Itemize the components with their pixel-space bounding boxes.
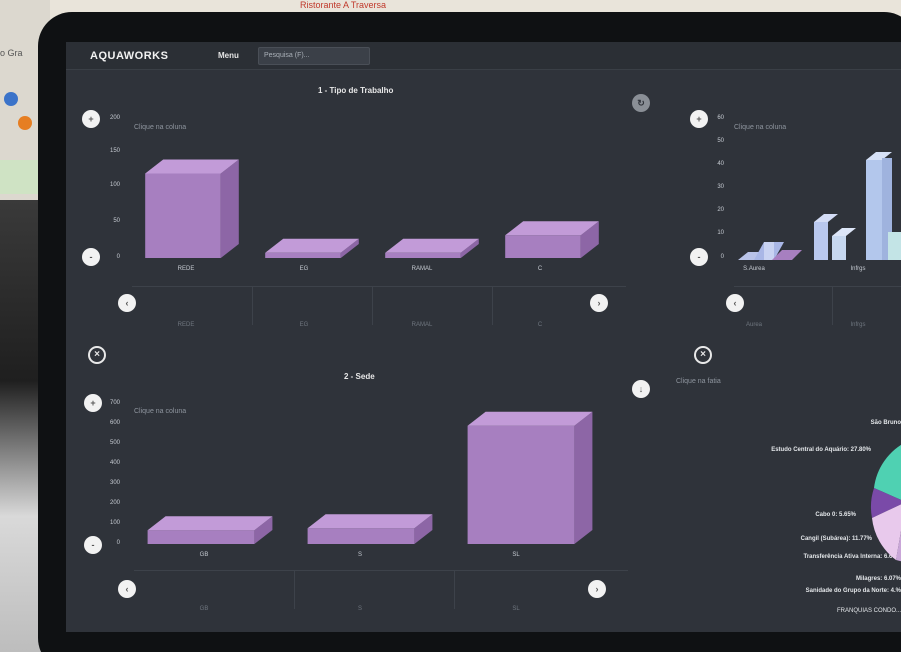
map-label-restaurant: Ristorante A Traversa [300,0,387,10]
bar-front [145,173,221,258]
scroll-left-icon[interactable]: ‹ [726,294,744,312]
y-tick: 600 [109,420,120,426]
panel4-pie-chart[interactable] [866,432,901,562]
app-screen: AQUAWORKS Menu Pesquisa (F)... 1 - Tipo … [66,42,901,632]
x-tick: Infrgs [850,266,866,272]
pie-label: Cabo 0: 5.65% [815,512,856,518]
pie-label: Cangil (Subárea): 11.77% [800,536,872,542]
y-tick: 200 [109,115,120,121]
nav-label: S [357,606,362,612]
y-tick: 500 [109,440,120,446]
nav-label: SL [512,606,520,612]
panel2-navigator[interactable] [734,286,901,325]
map-park [0,160,42,194]
bar[interactable] [467,411,593,544]
bar-group [738,152,901,260]
bar[interactable] [307,514,433,544]
bar-front [467,425,575,544]
panel3-bar-chart[interactable] [126,398,636,548]
y-tick: 0 [116,254,120,260]
x-tick: RAMAL [411,266,433,272]
y-tick: 100 [109,182,120,188]
bar[interactable] [145,159,239,259]
bar-side [574,411,593,544]
y-tick: 100 [109,520,120,526]
x-tick: REDE [177,266,195,272]
y-tick: 0 [720,254,724,260]
y-tick: 40 [717,161,724,167]
bar-side [220,159,239,258]
top-bar: AQUAWORKS Menu Pesquisa (F)... [66,42,901,70]
bar-front [265,252,341,258]
bar-top [307,514,433,529]
bar-front [147,530,255,544]
y-tick: 60 [717,115,724,121]
y-tick: 50 [717,138,724,144]
pie-label: Estudo Central do Aquário: 27.80% [771,447,871,453]
nav-label: GB [199,606,209,612]
y-tick: 400 [109,460,120,466]
nav-label: Aurea [745,322,762,328]
map-pin-icon [18,116,32,130]
panel3-title: 2 - Sede [344,372,375,381]
pie-label: Milagres: 6.07% [855,576,901,582]
nav-label: EG [299,322,309,328]
search-input[interactable]: Pesquisa (F)... [258,47,370,65]
x-tick: S.Aurea [743,266,765,272]
close-icon[interactable]: × [694,346,712,364]
scroll-left-icon[interactable]: ‹ [118,294,136,312]
bar[interactable] [147,516,273,544]
y-tick: 300 [109,480,120,486]
panel1-title: 1 - Tipo de Trabalho [318,86,394,95]
y-tick: 50 [113,218,120,224]
scroll-right-icon[interactable]: › [590,294,608,312]
panel3-navigator[interactable] [134,570,628,609]
y-tick: 0 [116,540,120,546]
nav-label: Infrgs [850,322,866,328]
y-tick: 200 [109,500,120,506]
y-tick: 150 [109,148,120,154]
bar[interactable] [385,238,479,258]
x-tick: SL [512,552,520,558]
map-pin-icon [4,92,18,106]
map-label-left: o Gra [0,48,23,58]
scroll-left-icon[interactable]: ‹ [118,580,136,598]
y-tick: 30 [717,184,724,190]
bar-top [467,411,593,426]
y-tick: 10 [717,230,724,236]
bar-front [385,252,461,258]
pie-label: São Bruno [870,420,901,426]
menu-button[interactable]: Menu [218,51,239,60]
bar-front [505,235,581,258]
pie-label: Sanidade do Grupo da Norte: 4.% [805,588,901,594]
bar[interactable] [505,221,599,258]
x-tick: C [537,266,543,272]
bar[interactable] [265,238,359,258]
panel2-grouped-bar-chart[interactable] [728,112,901,262]
bar-top [147,516,273,531]
brand-logo: AQUAWORKS [90,50,169,62]
x-tick: S [357,552,362,558]
panel4-hint: Clique na fatia [676,378,721,385]
refresh-icon[interactable]: ↻ [632,94,650,112]
x-tick: EG [299,266,309,272]
scroll-right-icon[interactable]: › [588,580,606,598]
pie-label: FRANQUIAS CONDO... [836,608,901,614]
panel1-bar-chart[interactable] [124,112,634,262]
nav-label: REDE [177,322,195,328]
y-tick: 700 [109,400,120,406]
panel1-navigator[interactable] [132,286,626,325]
nav-label: RAMAL [411,322,433,328]
close-icon[interactable]: × [88,346,106,364]
y-tick: 20 [717,207,724,213]
bar-front [307,528,415,544]
nav-label: C [537,322,543,328]
download-icon[interactable]: ↓ [632,380,650,398]
x-tick: GB [199,552,209,558]
